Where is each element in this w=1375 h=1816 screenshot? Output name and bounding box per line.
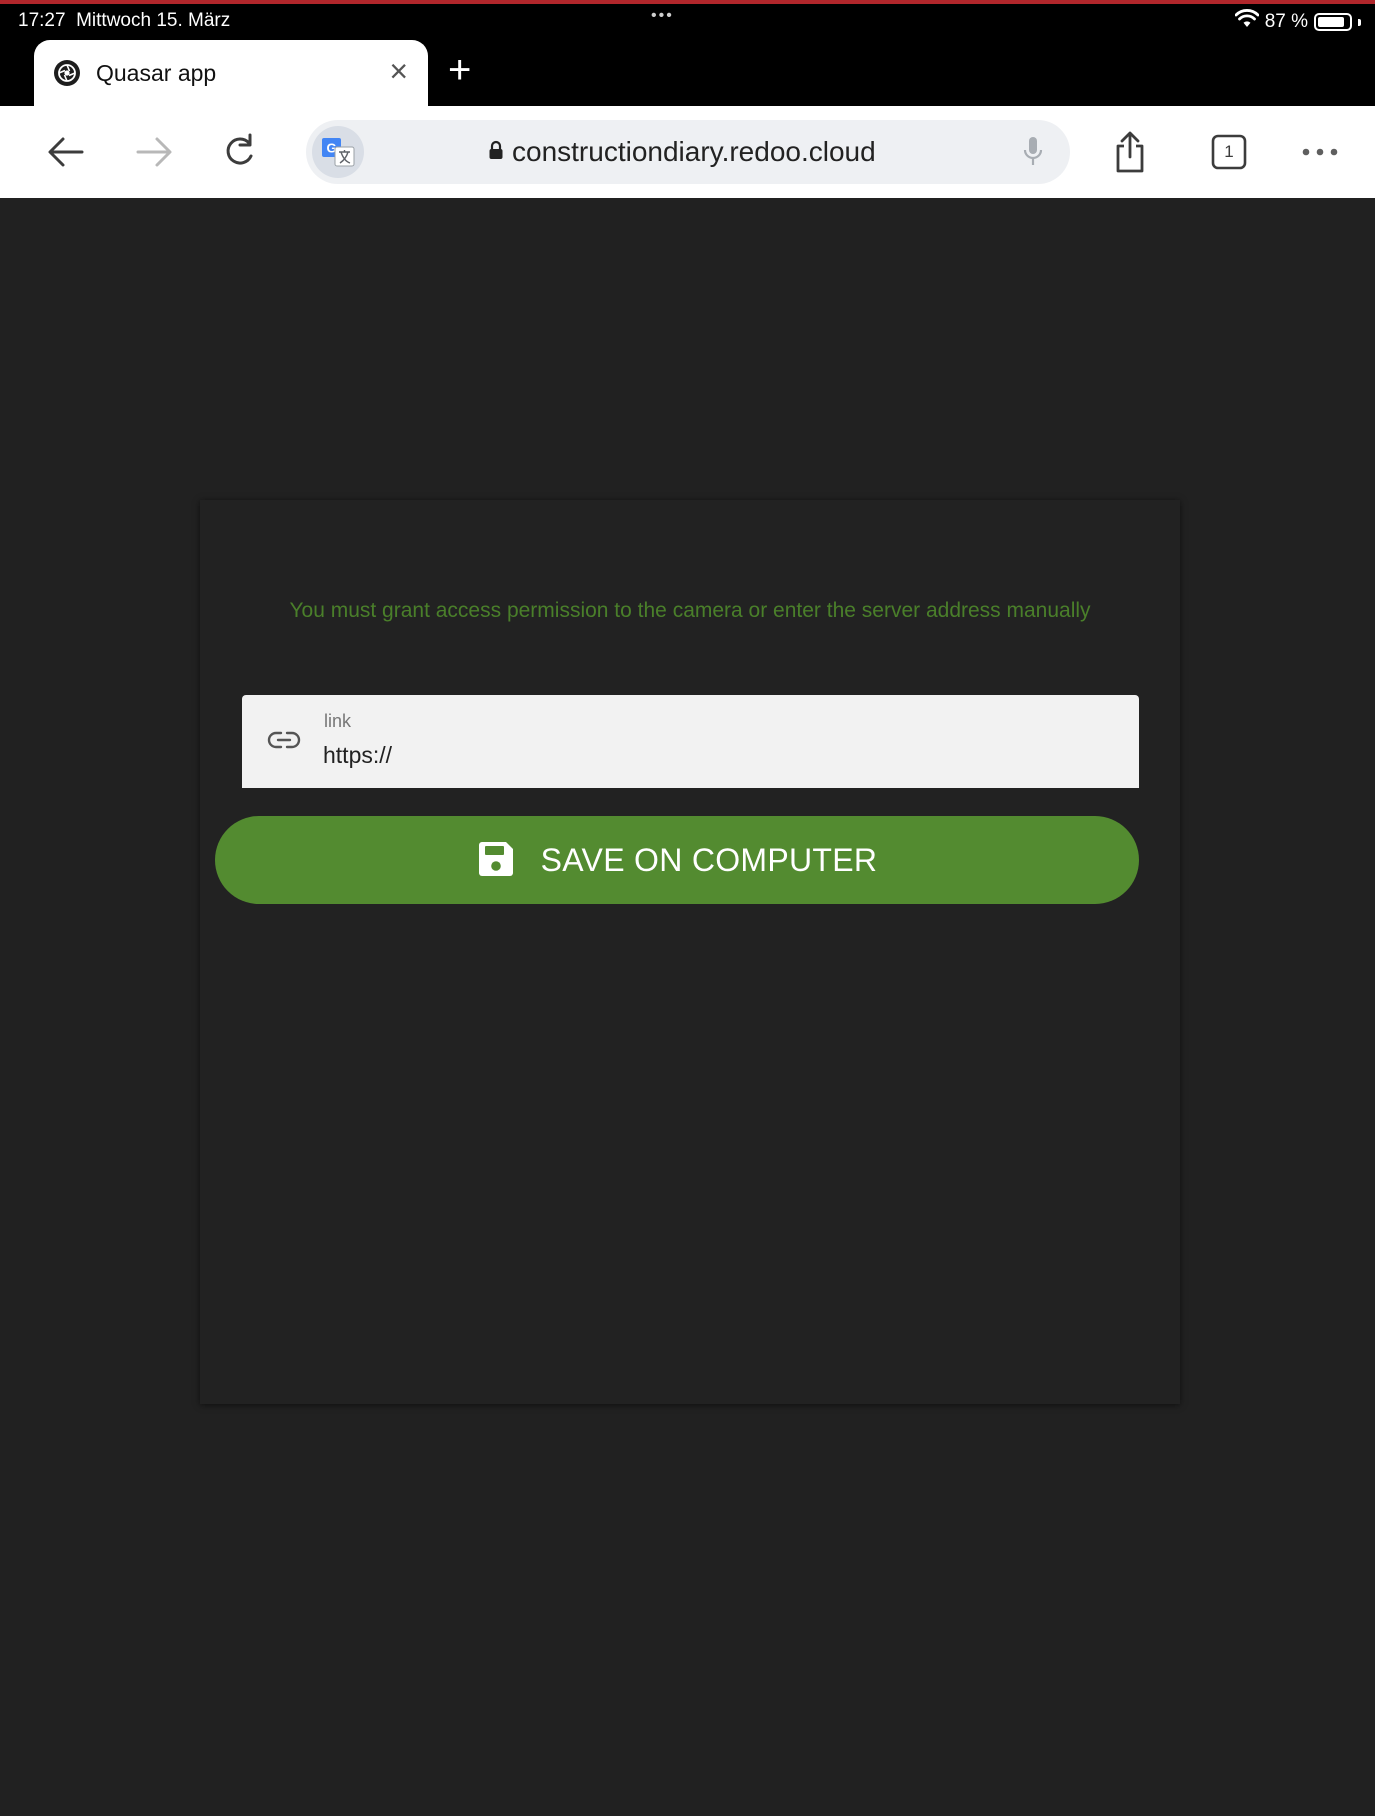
url-display[interactable]: constructiondiary.redoo.cloud — [488, 120, 876, 184]
link-field-label: link — [324, 711, 352, 731]
multitasking-dots[interactable]: ••• — [651, 7, 674, 25]
share-icon[interactable] — [1102, 124, 1158, 180]
tab-quasar-app[interactable]: Quasar app × — [34, 40, 428, 106]
permission-message: You must grant access permission to the … — [289, 599, 1091, 622]
battery-nub — [1358, 18, 1361, 26]
status-bar: 17:27 Mittwoch 15. März ••• 87 % — [0, 4, 1375, 40]
reload-icon[interactable] — [212, 124, 268, 180]
address-bar[interactable]: G constructiondiary.redoo.cloud — [306, 120, 1070, 184]
new-tab-icon[interactable]: + — [448, 46, 471, 94]
setup-card: You must grant access permission to the … — [200, 500, 1180, 1404]
quasar-favicon-icon — [54, 60, 80, 86]
link-field[interactable]: link — [242, 695, 1139, 788]
microphone-icon[interactable] — [1022, 136, 1044, 173]
link-input[interactable] — [323, 738, 1103, 772]
save-on-computer-button[interactable]: SAVE ON COMPUTER — [215, 816, 1139, 904]
link-icon — [267, 729, 301, 756]
browser-toolbar: G constructiondiary.redoo.cloud 1 — [0, 106, 1375, 198]
wifi-icon — [1234, 9, 1260, 35]
battery-icon — [1314, 13, 1352, 31]
translate-icon[interactable]: G — [312, 126, 364, 178]
url-text: constructiondiary.redoo.cloud — [512, 136, 876, 167]
status-indicators: 87 % — [1234, 9, 1361, 35]
lock-icon — [488, 140, 504, 165]
close-tab-icon[interactable]: × — [389, 54, 408, 88]
battery-percent: 87 % — [1264, 11, 1308, 32]
clock-time: 17:27 — [18, 10, 66, 31]
forward-icon[interactable] — [126, 124, 182, 180]
status-time: 17:27 Mittwoch 15. März — [18, 10, 230, 32]
save-button-label: SAVE ON COMPUTER — [540, 841, 878, 878]
clock-date: Mittwoch 15. März — [76, 10, 231, 31]
tabs-icon[interactable]: 1 — [1201, 124, 1257, 180]
tab-count: 1 — [1224, 142, 1234, 161]
more-icon[interactable] — [1292, 124, 1348, 180]
battery-fill — [1318, 17, 1344, 27]
tab-title: Quasar app — [96, 59, 217, 86]
back-icon[interactable] — [38, 124, 94, 180]
floppy-disk-icon — [477, 840, 515, 881]
tab-bar: Quasar app × + — [0, 40, 1375, 106]
